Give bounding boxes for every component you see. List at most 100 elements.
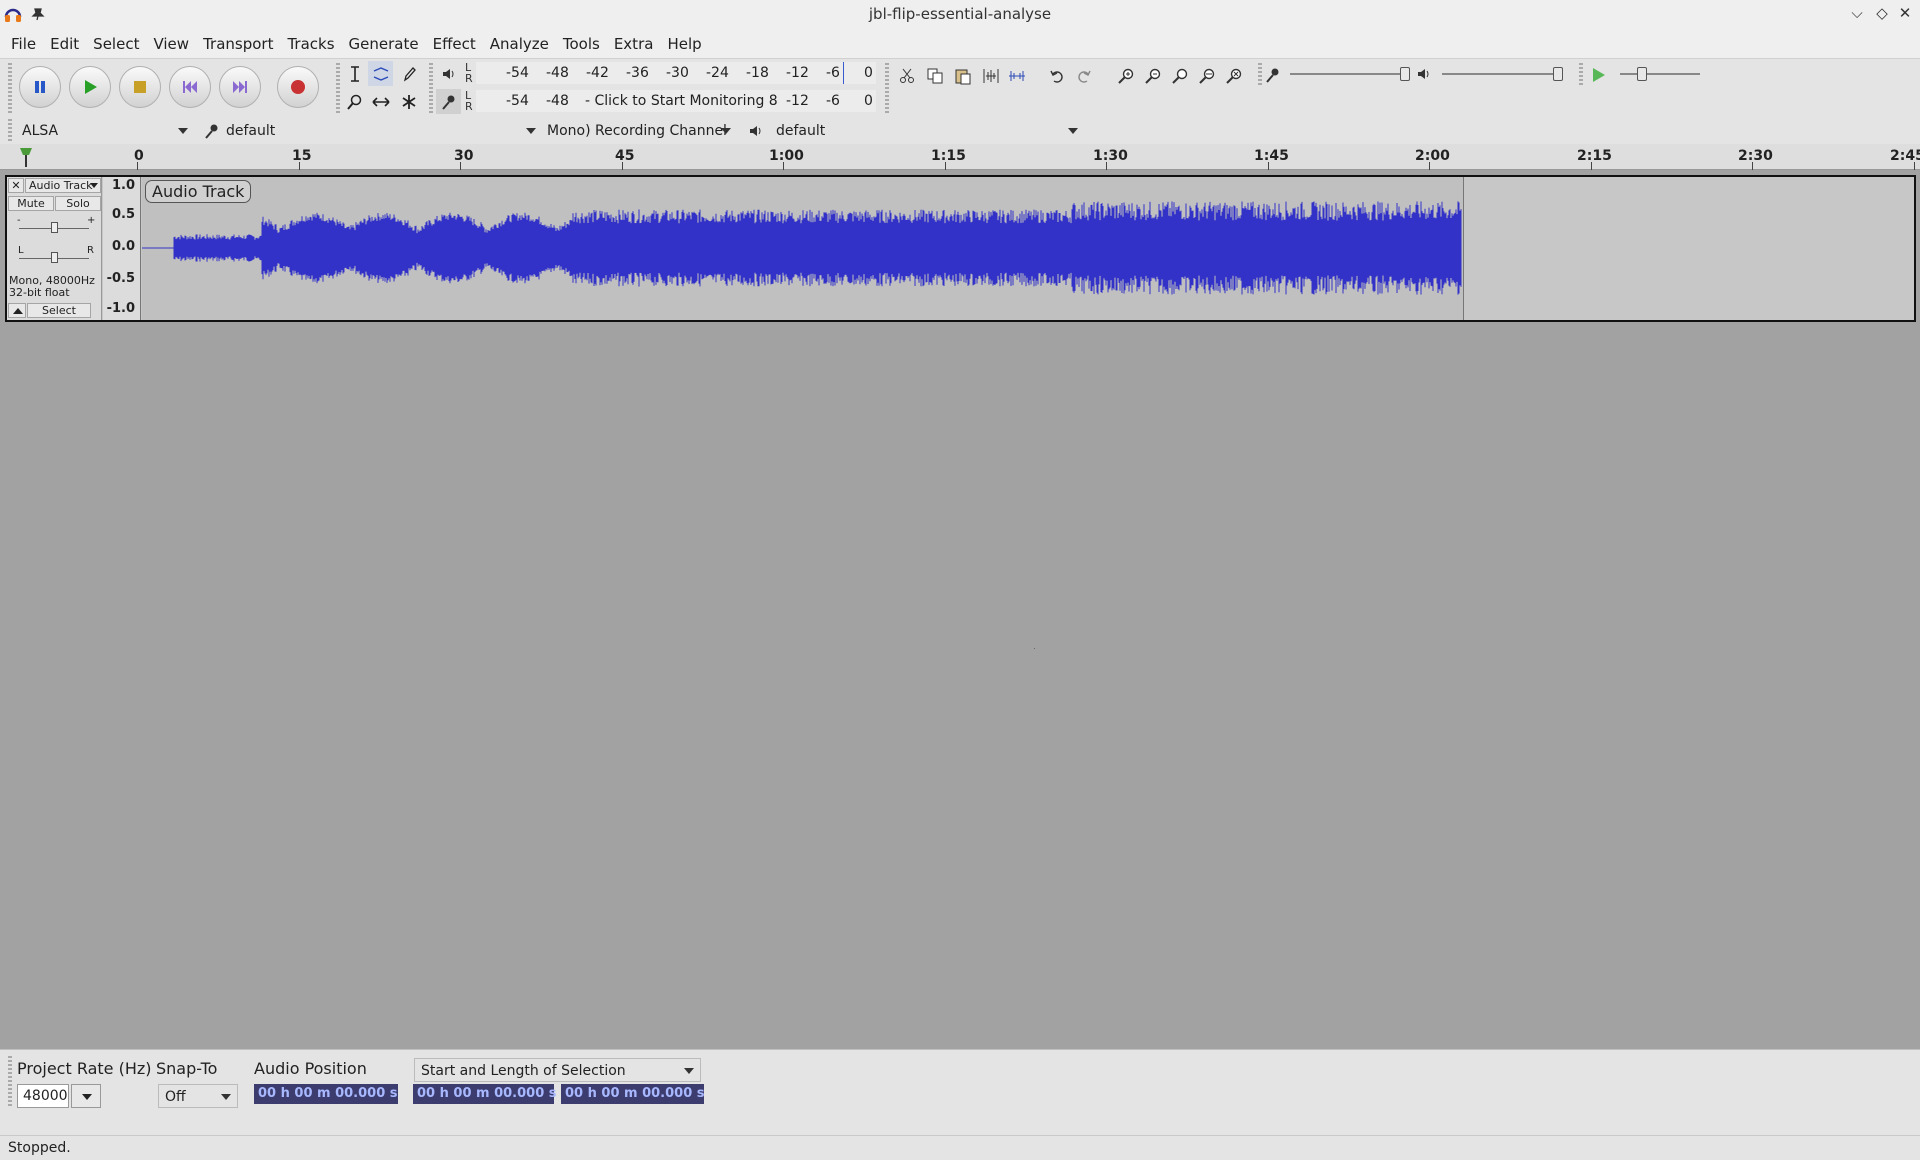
recording-device-select[interactable]: default: [220, 119, 542, 143]
close-icon[interactable]: ✕: [1895, 4, 1915, 22]
chevron-down-icon: [526, 128, 536, 134]
menu-analyze[interactable]: Analyze: [483, 35, 556, 53]
play-speed-slider[interactable]: [1620, 73, 1700, 75]
clip-name-label[interactable]: Audio Track: [145, 180, 252, 203]
collapse-track-button[interactable]: [8, 303, 26, 318]
toolbar-grip[interactable]: [429, 63, 433, 115]
recording-volume-thumb[interactable]: [1400, 67, 1410, 81]
multi-tool-button[interactable]: [396, 89, 421, 114]
silence-audio-icon: [1008, 70, 1025, 81]
play-button[interactable]: [69, 66, 111, 108]
playback-volume-slider[interactable]: [1442, 73, 1562, 75]
menu-transport[interactable]: Transport: [196, 35, 280, 53]
pan-slider-thumb[interactable]: [51, 252, 58, 263]
menu-file[interactable]: File: [4, 35, 43, 53]
toolbar-grip[interactable]: [1579, 63, 1583, 87]
toolbar-grip[interactable]: [336, 63, 340, 115]
meter-tick: -24: [706, 65, 729, 81]
fit-selection-icon: [1171, 68, 1187, 84]
menu-generate[interactable]: Generate: [342, 35, 426, 53]
audio-host-select[interactable]: ALSA: [16, 119, 194, 143]
audio-position-control[interactable]: 00 h 00 m 00.000 s: [254, 1084, 398, 1104]
paste-button[interactable]: [950, 63, 975, 88]
chevron-down-icon: [90, 183, 98, 188]
selection-mode-select[interactable]: Start and Length of Selection: [414, 1058, 701, 1082]
audio-track[interactable]: ✕ Audio Track Mute Solo - + L R Mono, 48…: [5, 175, 1916, 322]
recording-meter[interactable]: LR -54 -48 - Click to Start Monitoring 8…: [465, 90, 876, 112]
fit-project-button[interactable]: [1194, 63, 1219, 88]
playback-meter[interactable]: LR -54 -48 -42 -36 -30 -24 -18 -12 -6 0: [465, 62, 876, 84]
ruler-tick: [622, 162, 623, 170]
menu-help[interactable]: Help: [660, 35, 708, 53]
snap-to-select[interactable]: Off: [158, 1084, 238, 1108]
timeline-ruler[interactable]: 0 15 30 45 1:00 1:15 1:30 1:45 2:00 2:15…: [0, 144, 1920, 170]
undo-button[interactable]: [1044, 63, 1069, 88]
track-close-button[interactable]: ✕: [8, 178, 24, 193]
skip-to-start-button[interactable]: [169, 66, 211, 108]
play-at-speed-button[interactable]: [1585, 62, 1610, 87]
maximize-icon[interactable]: ◇: [1872, 4, 1892, 22]
trim-button[interactable]: [978, 63, 1003, 88]
start-monitoring-hint[interactable]: - Click to Start Monitoring 8: [583, 93, 780, 109]
selection-start-control[interactable]: 00 h 00 m 00.000 s: [413, 1084, 557, 1104]
silence-button[interactable]: [1004, 63, 1029, 88]
ruler-label: 1:15: [931, 148, 966, 164]
ruler-label: 1:30: [1093, 148, 1128, 164]
fit-selection-button[interactable]: [1167, 63, 1192, 88]
track-format-info: Mono, 48000Hz 32-bit float: [9, 275, 95, 299]
draw-tool-button[interactable]: [396, 61, 421, 86]
selection-length-control[interactable]: 00 h 00 m 00.000 s: [561, 1084, 705, 1104]
recording-channels-select[interactable]: Mono) Recording Channel: [541, 119, 737, 143]
mute-button[interactable]: Mute: [8, 196, 54, 211]
menu-tracks[interactable]: Tracks: [280, 35, 341, 53]
menu-tools[interactable]: Tools: [556, 35, 607, 53]
audio-clip[interactable]: [142, 177, 1464, 320]
minimize-icon[interactable]: ⌵: [1847, 4, 1867, 22]
snap-to-label: Snap-To: [156, 1059, 218, 1078]
menu-edit[interactable]: Edit: [43, 35, 86, 53]
chevron-down-icon: [1068, 128, 1078, 134]
menu-extra[interactable]: Extra: [607, 35, 661, 53]
zoom-in-button[interactable]: [1113, 63, 1138, 88]
playback-meter-button[interactable]: [436, 61, 461, 86]
zoom-tool-button[interactable]: [342, 89, 367, 114]
toolbar-grip[interactable]: [1258, 63, 1262, 87]
recording-channels-value: Mono) Recording Channel: [547, 123, 727, 139]
project-rate-input[interactable]: 48000: [17, 1084, 69, 1108]
zoom-out-button[interactable]: [1140, 63, 1165, 88]
toolbar-grip[interactable]: [8, 119, 12, 143]
toolbar-grip[interactable]: [8, 63, 12, 115]
selection-tool-button[interactable]: [342, 61, 367, 86]
menu-effect[interactable]: Effect: [426, 35, 483, 53]
track-control-panel: ✕ Audio Track Mute Solo - + L R Mono, 48…: [7, 177, 102, 320]
play-speed-thumb[interactable]: [1637, 67, 1647, 81]
envelope-tool-button[interactable]: [368, 61, 393, 86]
stop-button[interactable]: [119, 66, 161, 108]
project-rate-dropdown[interactable]: [71, 1084, 101, 1108]
pin-head-icon[interactable]: [17, 146, 35, 168]
gain-slider-thumb[interactable]: [51, 222, 58, 233]
playback-device-select[interactable]: default: [770, 119, 1084, 143]
amplitude-scale[interactable]: 1.0 0.5 0.0 -0.5 -1.0: [103, 177, 141, 320]
solo-button[interactable]: Solo: [55, 196, 101, 211]
track-menu-button[interactable]: Audio Track: [25, 178, 101, 193]
pause-button[interactable]: [19, 66, 61, 108]
menu-view[interactable]: View: [146, 35, 196, 53]
recording-meter-button[interactable]: [436, 89, 461, 114]
project-rate-label: Project Rate (Hz): [17, 1059, 152, 1078]
toolbar-grip[interactable]: [8, 1056, 12, 1106]
zoom-toggle-button[interactable]: [1221, 63, 1246, 88]
playback-volume-thumb[interactable]: [1553, 67, 1563, 81]
toolbar-grip[interactable]: [885, 63, 889, 115]
menu-select[interactable]: Select: [86, 35, 146, 53]
track-select-button[interactable]: Select: [27, 303, 91, 318]
recording-volume-slider[interactable]: [1290, 73, 1408, 75]
cut-button[interactable]: [894, 63, 919, 88]
status-bar: Stopped.: [0, 1135, 1920, 1160]
skip-to-end-button[interactable]: [219, 66, 261, 108]
copy-button[interactable]: [922, 63, 947, 88]
record-button[interactable]: [277, 66, 319, 108]
redo-button[interactable]: [1071, 63, 1096, 88]
time-shift-tool-button[interactable]: [368, 89, 393, 114]
ruler-label: 45: [615, 148, 635, 164]
